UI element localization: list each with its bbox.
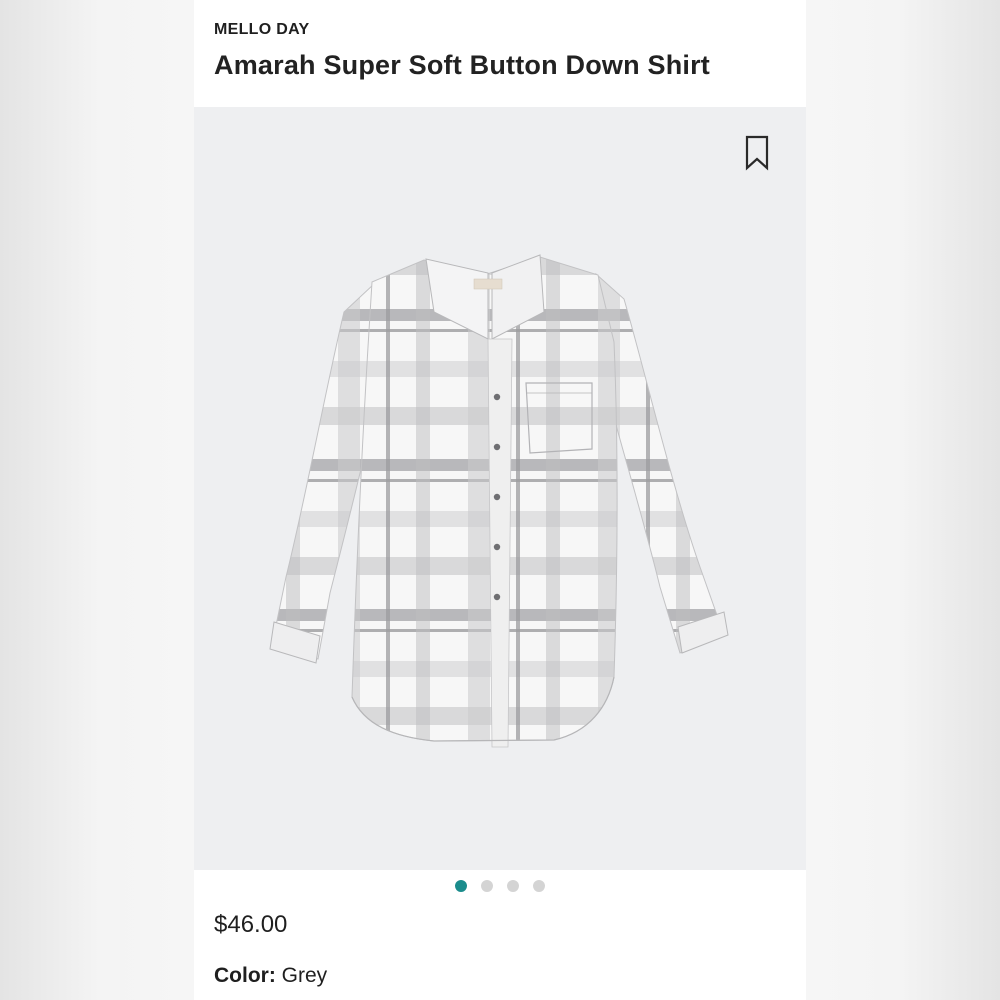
product-image [269,254,729,748]
product-card: MELLO DAY Amarah Super Soft Button Down … [194,0,806,1000]
color-info: Color: Grey [214,964,327,988]
brand-name: MELLO DAY [214,21,310,38]
product-image-carousel[interactable] [194,107,806,870]
carousel-dot-4[interactable] [533,880,545,892]
carousel-dot-2[interactable] [481,880,493,892]
color-value: Grey [281,964,328,987]
color-label: Color: [214,964,276,987]
carousel-indicators [194,880,806,900]
product-price: $46.00 [214,911,288,938]
carousel-dot-3[interactable] [507,880,519,892]
bookmark-icon[interactable] [744,135,770,171]
carousel-dot-1[interactable] [455,880,467,892]
product-title: Amarah Super Soft Button Down Shirt [214,50,710,80]
